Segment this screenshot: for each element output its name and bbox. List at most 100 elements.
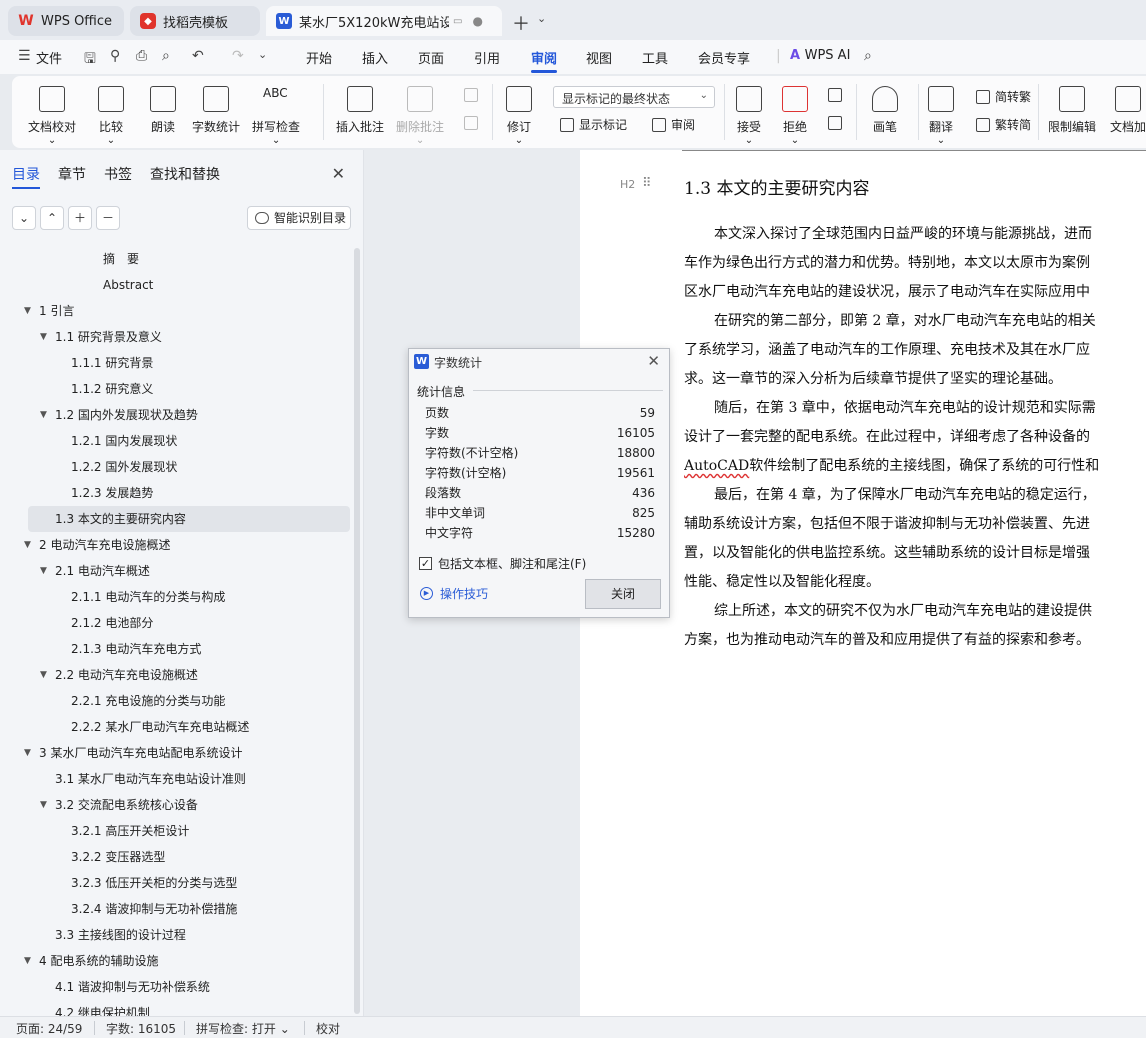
menu-page[interactable]: 页面: [418, 48, 444, 67]
toc-item[interactable]: 3.2.4 谐波抑制与无功补偿措施: [0, 896, 356, 922]
hamburger-icon[interactable]: ☰: [18, 48, 31, 64]
accept-button[interactable]: 接受 ⌄: [736, 86, 762, 146]
page-indicator[interactable]: 页面: 24/59: [16, 1020, 82, 1037]
pen-button[interactable]: 画笔: [872, 86, 898, 135]
undo-icon[interactable]: ↶: [192, 48, 204, 64]
dialog-title-bar[interactable]: W 字数统计 ✕: [409, 349, 669, 375]
print-icon[interactable]: ⎙: [136, 48, 147, 64]
toc-item[interactable]: 4 配电系统的辅助设施 ▼: [0, 948, 356, 974]
read-aloud-button[interactable]: 朗读: [150, 86, 176, 135]
toc-item[interactable]: 4.1 谐波抑制与无功补偿系统: [0, 974, 356, 1000]
translate-button[interactable]: 翻译 ⌄: [928, 86, 954, 146]
show-markup-dropdown[interactable]: 显示标记: [560, 116, 627, 133]
toc-item[interactable]: 3.3 主接线图的设计过程: [0, 922, 356, 948]
expand-arrow-icon[interactable]: ▼: [40, 558, 47, 584]
close-icon[interactable]: ✕: [332, 164, 345, 183]
search-icon[interactable]: ⌕: [864, 48, 872, 64]
toc-item[interactable]: 1.1 研究背景及意义 ▼: [0, 324, 356, 350]
toc-item[interactable]: 2.1.2 电池部分: [0, 610, 356, 636]
word-count-button[interactable]: 字数统计: [192, 86, 240, 135]
proof-status[interactable]: 校对: [316, 1020, 340, 1037]
close-button[interactable]: 关闭: [585, 579, 661, 609]
proof-button[interactable]: 文档校对 ⌄: [28, 86, 76, 146]
save-icon[interactable]: 🖫: [84, 48, 96, 72]
expand-arrow-icon[interactable]: ▼: [24, 740, 31, 766]
menu-review[interactable]: 审阅: [531, 48, 557, 67]
print-preview-icon[interactable]: ⌕: [162, 48, 170, 64]
toc-item[interactable]: 摘 要: [0, 246, 356, 272]
toc-item[interactable]: 3 某水厂电动汽车充电站配电系统设计 ▼: [0, 740, 356, 766]
tab-document[interactable]: W 某水厂5X120kW充电站设计 ▭ ●: [266, 6, 502, 36]
toc-item[interactable]: 1 引言 ▼: [0, 298, 356, 324]
toc-item[interactable]: 1.2.2 国外发展现状: [0, 454, 356, 480]
toc-item[interactable]: 2.2 电动汽车充电设施概述 ▼: [0, 662, 356, 688]
toc-item[interactable]: 1.1.2 研究意义: [0, 376, 356, 402]
nav-scrollbar[interactable]: [354, 248, 360, 1014]
toc-item[interactable]: 2.1.1 电动汽车的分类与构成: [0, 584, 356, 610]
word-count-status[interactable]: 字数: 16105: [106, 1020, 176, 1037]
expand-arrow-icon[interactable]: ▼: [24, 948, 31, 974]
reject-button[interactable]: 拒绝 ⌄: [782, 86, 808, 146]
toc-item[interactable]: 3.2.1 高压开关柜设计: [0, 818, 356, 844]
drag-handle-icon[interactable]: ⠿: [642, 176, 652, 191]
expand-arrow-icon[interactable]: ▼: [24, 298, 31, 324]
prev-change-icon[interactable]: [828, 88, 847, 102]
toc-item[interactable]: 2 电动汽车充电设施概述 ▼: [0, 532, 356, 558]
spell-check-button[interactable]: ABC 拼写检查 ⌄: [252, 86, 300, 146]
remove-heading-button[interactable]: －: [96, 206, 120, 230]
tab-toc[interactable]: 目录: [12, 164, 40, 184]
new-tab-icon[interactable]: ＋: [512, 10, 530, 36]
toc-item[interactable]: 1.2.3 发展趋势: [0, 480, 356, 506]
expand-up-button[interactable]: ⌃: [40, 206, 64, 230]
quick-access-chevron-icon[interactable]: ⌄: [258, 48, 267, 61]
spell-check-status[interactable]: 拼写检查: 打开 ⌄: [196, 1020, 290, 1037]
expand-arrow-icon[interactable]: ▼: [40, 324, 47, 350]
next-comment-icon[interactable]: [464, 116, 483, 130]
toc-item[interactable]: 1.2.1 国内发展现状: [0, 428, 356, 454]
wps-ai-button[interactable]: A WPS AI: [790, 48, 850, 63]
tips-link[interactable]: ▶ 操作技巧: [420, 585, 488, 602]
toc-item[interactable]: 3.2.2 变压器选型: [0, 844, 356, 870]
menu-file[interactable]: 文件: [36, 48, 62, 67]
expand-arrow-icon[interactable]: ▼: [40, 662, 47, 688]
track-changes-button[interactable]: 修订 ⌄: [506, 86, 532, 146]
tab-docer[interactable]: ◆ 找稻壳模板: [130, 6, 260, 36]
prev-comment-icon[interactable]: [464, 88, 483, 102]
include-textbox-checkbox[interactable]: ✓ 包括文本框、脚注和尾注(F): [419, 555, 586, 572]
redo-icon[interactable]: ↷: [232, 48, 244, 64]
review-pane-dropdown[interactable]: 审阅: [652, 116, 695, 133]
toc-item[interactable]: 1.2 国内外发展现状及趋势 ▼: [0, 402, 356, 428]
tab-close-icon[interactable]: ●: [472, 14, 482, 28]
toc-item[interactable]: 3.2.3 低压开关柜的分类与选型: [0, 870, 356, 896]
collapse-all-button[interactable]: ⌄: [12, 206, 36, 230]
menu-references[interactable]: 引用: [474, 48, 500, 67]
menu-view[interactable]: 视图: [586, 48, 612, 67]
toc-item[interactable]: 4.2 继电保护机制: [0, 1000, 356, 1016]
smart-toc-button[interactable]: 智能识别目录: [247, 206, 351, 230]
insert-comment-button[interactable]: 插入批注: [336, 86, 384, 135]
toc-item[interactable]: 3.1 某水厂电动汽车充电站设计准则: [0, 766, 356, 792]
tab-bookmarks[interactable]: 书签: [104, 164, 132, 184]
menu-insert[interactable]: 插入: [362, 48, 388, 67]
next-change-icon[interactable]: [828, 116, 847, 130]
menu-tools[interactable]: 工具: [642, 48, 668, 67]
trad-to-simp-button[interactable]: 繁转简: [976, 116, 1031, 133]
document-body[interactable]: 本文深入探讨了全球范围内日益严峻的环境与能源挑战，进而 车作为绿色出行方式的潜力和…: [684, 220, 1146, 655]
simp-to-trad-button[interactable]: 简转繁: [976, 88, 1031, 105]
tab-list-chevron-icon[interactable]: ⌄: [537, 12, 546, 25]
delete-comment-button[interactable]: 删除批注 ⌄: [396, 86, 444, 146]
expand-arrow-icon[interactable]: ▼: [24, 532, 31, 558]
toc-item[interactable]: 1.3 本文的主要研究内容: [28, 506, 350, 532]
compare-button[interactable]: 比较 ⌄: [98, 86, 124, 146]
menu-home[interactable]: 开始: [306, 48, 332, 67]
tab-wps-office[interactable]: W WPS Office: [8, 6, 124, 36]
toc-item[interactable]: Abstract: [0, 272, 356, 298]
toc-item[interactable]: 1.1.1 研究背景: [0, 350, 356, 376]
toc-item[interactable]: 2.2.1 充电设施的分类与功能: [0, 688, 356, 714]
restrict-editing-button[interactable]: 限制编辑: [1048, 86, 1096, 135]
spelling-flagged-word[interactable]: AutoCAD: [684, 458, 749, 474]
document-encrypt-button[interactable]: 文档加: [1110, 86, 1146, 135]
tab-sections[interactable]: 章节: [58, 164, 86, 184]
section-heading[interactable]: 1.3 本文的主要研究内容: [684, 174, 869, 199]
toc-item[interactable]: 3.2 交流配电系统核心设备 ▼: [0, 792, 356, 818]
